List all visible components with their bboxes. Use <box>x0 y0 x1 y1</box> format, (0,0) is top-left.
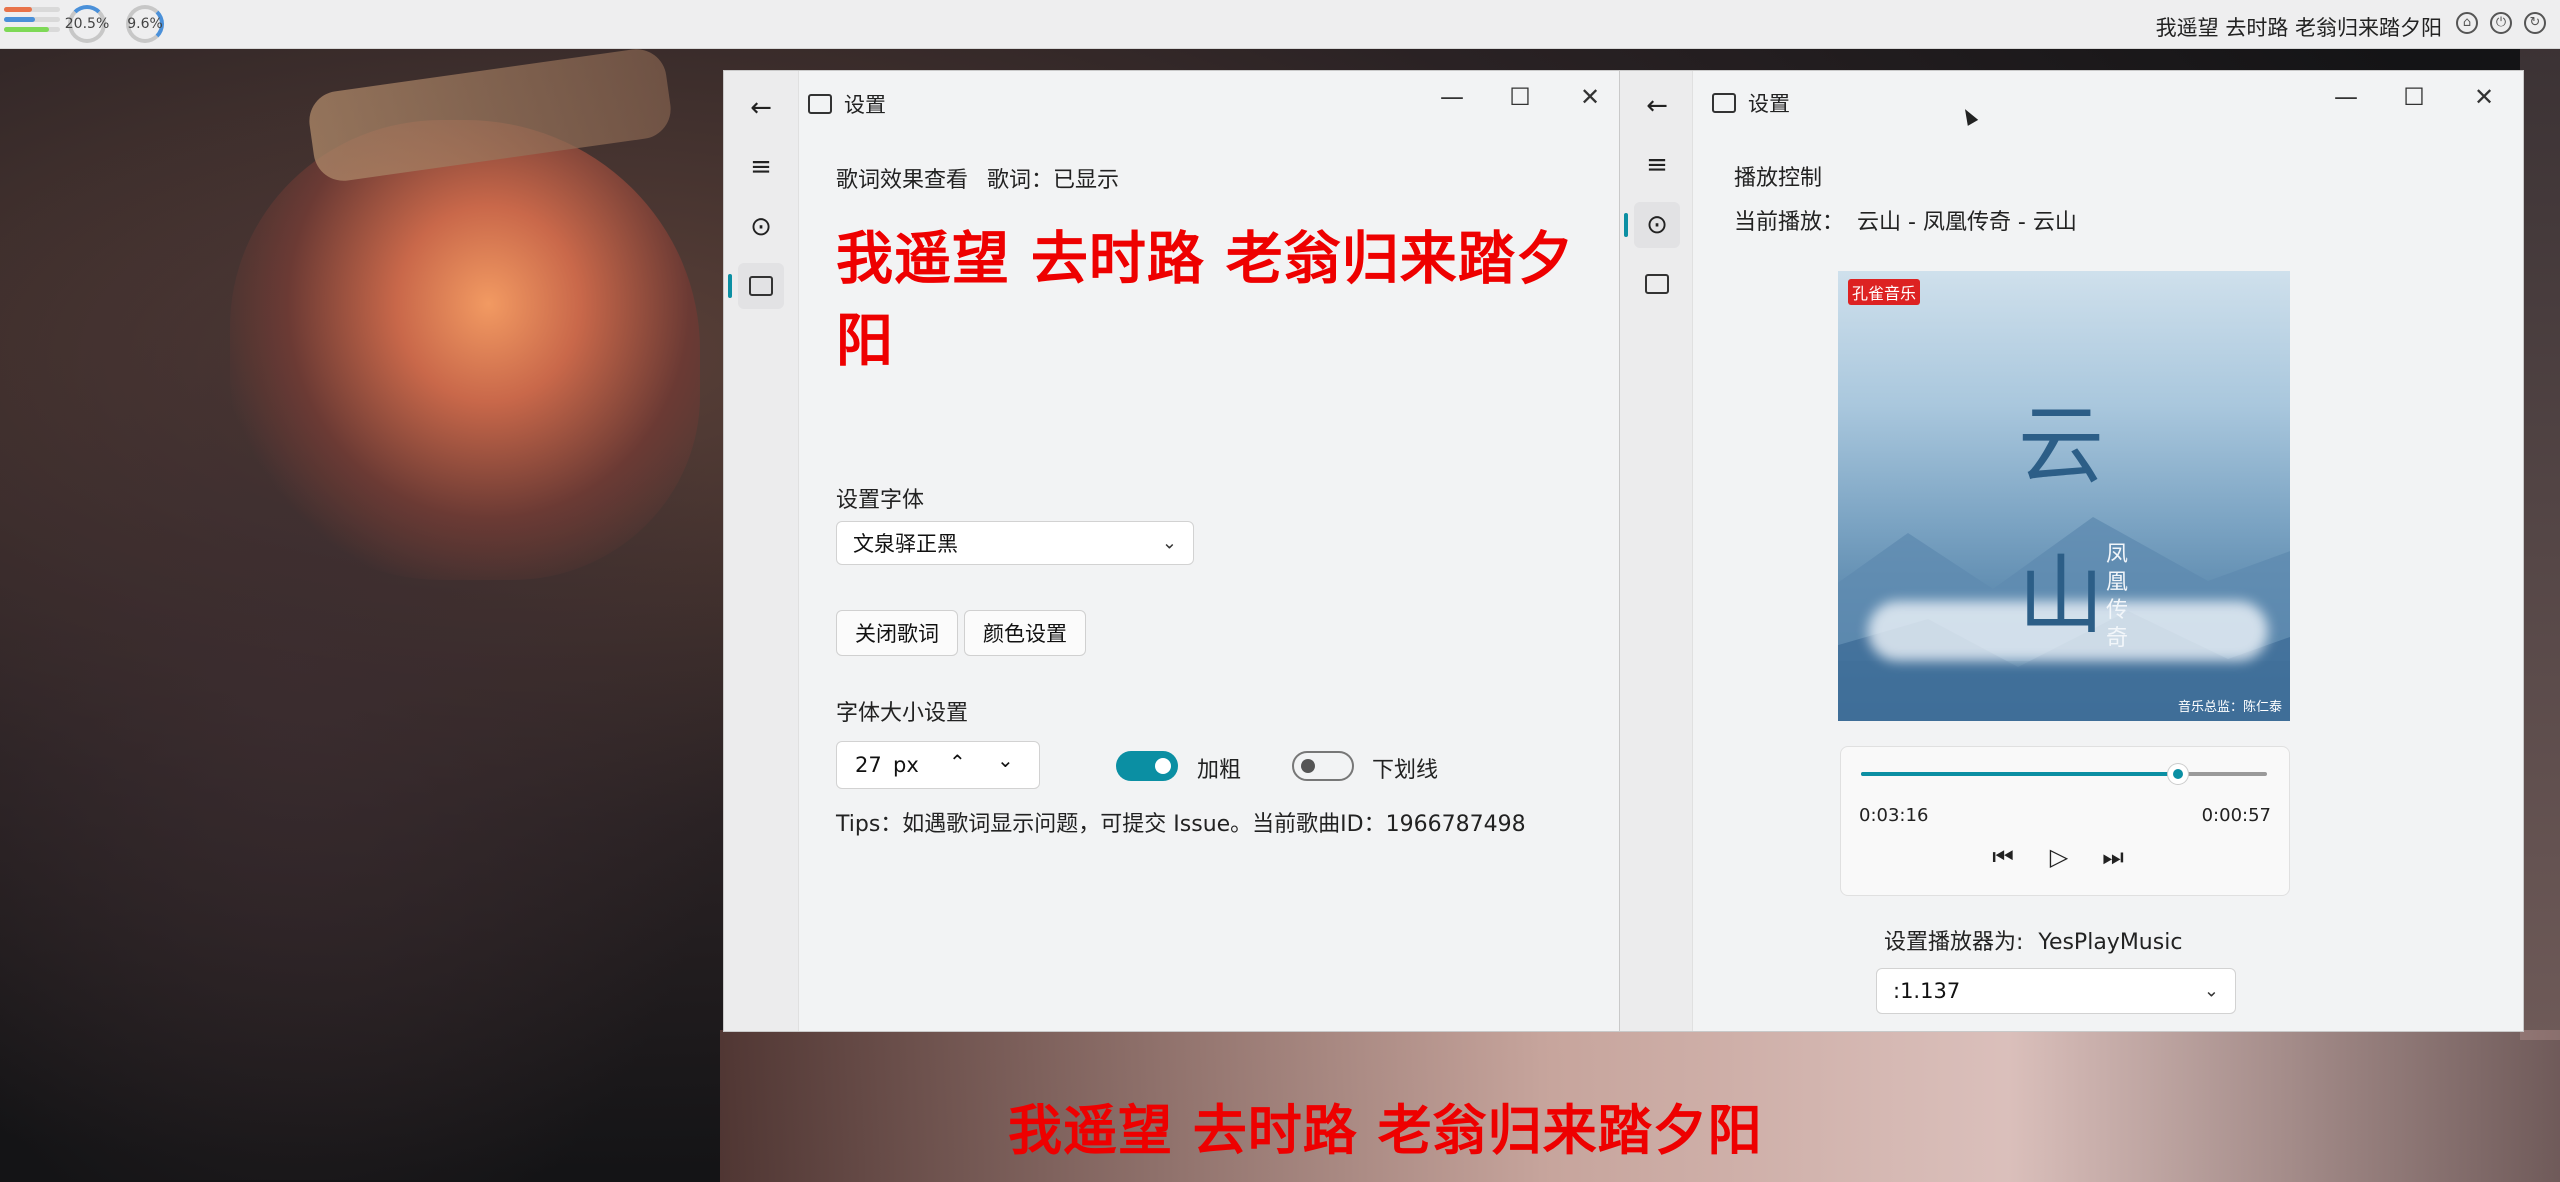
bold-label: 加粗 <box>1197 758 1242 783</box>
lock-icon[interactable]: ⌂ <box>2456 12 2478 34</box>
play-circle-icon[interactable]: ⊙ <box>1634 202 1680 248</box>
lyric-preview-label: 歌词效果查看 <box>836 168 969 193</box>
player-name: YesPlayMusic <box>2038 930 2183 955</box>
player-select-value: :1.137 <box>1893 979 1961 1003</box>
desktop-lyric: 我遥望 去时路 老翁归来踏夕阳 <box>1008 1099 1763 1162</box>
playback-section-title: 播放控制 <box>1734 166 1823 191</box>
font-size-stepper[interactable]: 27 px ⌃ ⌄ <box>836 741 1040 789</box>
time-remaining: 0:00:57 <box>2201 805 2271 826</box>
previous-track-icon[interactable]: ⏮ <box>1983 837 2023 877</box>
window-title-text: 设置 <box>1748 92 1790 116</box>
settings-window-lyrics: ← ≡ ⊙ 设置 — ☐ ✕ 歌词效果查看 歌词：已显示 我遥望 去时路 老翁归… <box>724 71 1620 1031</box>
cover-credit: 音乐总监：陈仁泰 <box>2177 700 2282 715</box>
settings-window-icon <box>808 94 832 114</box>
progress-slider[interactable] <box>1861 764 2267 784</box>
chevron-up-icon[interactable]: ⌃ <box>949 750 966 774</box>
close-lyric-button[interactable]: 关闭歌词 <box>836 610 958 656</box>
font-size-value[interactable]: 27 <box>855 753 882 777</box>
player-controls-card: 0:03:16 0:00:57 ⏮ ▷ ⏭ <box>1840 746 2290 896</box>
font-size-unit: px <box>893 753 919 777</box>
album-cover: 孔雀音乐 云山 凤凰传奇 音乐总监：陈仁泰 <box>1838 271 2290 721</box>
player-setting-line: 设置播放器为: YesPlayMusic <box>1884 924 2182 956</box>
chevron-down-icon: ⌄ <box>1161 532 1177 554</box>
settings-window-icon <box>1712 93 1736 113</box>
underline-label: 下划线 <box>1372 758 1439 783</box>
lyric-status: 歌词：已显示 <box>987 168 1120 193</box>
tips-text: Tips：如遇歌词显示问题，可提交 Issue。当前歌曲ID：196678749… <box>836 812 1526 837</box>
progress-thumb[interactable] <box>2167 764 2188 784</box>
font-select-value: 文泉驿正黑 <box>853 532 958 556</box>
menu-icon[interactable]: ≡ <box>1634 142 1680 188</box>
refresh-icon[interactable]: ↻ <box>2524 12 2546 34</box>
close-button[interactable]: ✕ <box>1560 79 1620 115</box>
bold-toggle[interactable] <box>1116 751 1178 781</box>
cpu-usage-ring: 20.5% <box>64 5 110 43</box>
nav-rail: ← ≡ ⊙ <box>1620 71 1693 1031</box>
topbar-now-playing: 我遥望 去时路 老翁归来踏夕阳 <box>2155 16 2442 40</box>
settings-window-player: ← ≡ ⊙ 设置 — ☐ ✕ 播放控制 当前播放： 云山 - 凤凰传奇 - 云山… <box>1620 71 2523 1031</box>
now-playing-line: 当前播放： 云山 - 凤凰传奇 - 云山 <box>1734 204 2077 236</box>
cpu-usage-text: 20.5% <box>64 16 110 32</box>
lyric-preview-header: 歌词效果查看 歌词：已显示 <box>836 162 1119 194</box>
font-size-label: 字体大小设置 <box>836 701 969 726</box>
cover-title: 云山 <box>2018 396 2104 646</box>
player-select[interactable]: :1.137 ⌄ <box>1876 968 2236 1014</box>
play-icon[interactable]: ▷ <box>2039 837 2079 877</box>
cover-logo: 孔雀音乐 <box>1848 279 1921 305</box>
now-playing-title: 云山 - 凤凰传奇 - 云山 <box>1857 210 2077 235</box>
resource-meters <box>4 4 60 37</box>
font-section-label: 设置字体 <box>836 488 925 513</box>
settings-window-icon[interactable] <box>1634 261 1680 307</box>
meter-disk-bar <box>4 27 60 32</box>
lyric-preview-text: 我遥望 去时路 老翁归来踏夕阳 <box>836 226 1574 374</box>
player-setting-label: 设置播放器为: <box>1884 930 2024 955</box>
maximize-button[interactable]: ☐ <box>2384 79 2444 115</box>
minimize-button[interactable]: — <box>2316 79 2376 115</box>
power-icon[interactable]: ⏻ <box>2490 12 2512 34</box>
menu-icon[interactable]: ≡ <box>738 144 784 190</box>
nav-active-indicator <box>1624 213 1628 237</box>
window-title-text: 设置 <box>844 93 886 117</box>
meter-mem-bar <box>4 17 60 22</box>
nav-active-indicator <box>728 274 732 298</box>
window-title: 设置 <box>1712 88 1790 118</box>
minimize-button[interactable]: — <box>1422 79 1482 115</box>
system-top-bar: 20.5% 9.6% 我遥望 去时路 老翁归来踏夕阳 ⌂ ⏻ ↻ <box>0 0 2560 49</box>
color-settings-button[interactable]: 颜色设置 <box>964 610 1086 656</box>
back-arrow-icon[interactable]: ← <box>1634 83 1680 129</box>
memory-usage-ring: 9.6% <box>126 5 164 43</box>
back-arrow-icon[interactable]: ← <box>738 85 784 131</box>
meter-cpu-bar <box>4 7 60 12</box>
now-playing-label: 当前播放： <box>1734 210 1845 235</box>
font-select[interactable]: 文泉驿正黑 ⌄ <box>836 521 1194 565</box>
time-elapsed: 0:03:16 <box>1859 805 1929 826</box>
chevron-down-icon[interactable]: ⌄ <box>997 748 1014 772</box>
chevron-down-icon: ⌄ <box>2203 980 2219 1002</box>
cover-artist: 凤凰传奇 <box>2105 542 2128 651</box>
window-title: 设置 <box>808 89 886 119</box>
memory-usage-text: 9.6% <box>127 16 163 32</box>
maximize-button[interactable]: ☐ <box>1490 79 1550 115</box>
settings-window-icon[interactable] <box>738 263 784 309</box>
close-button[interactable]: ✕ <box>2454 79 2514 115</box>
next-track-icon[interactable]: ⏭ <box>2093 837 2133 877</box>
underline-toggle[interactable] <box>1292 751 1354 781</box>
play-circle-icon[interactable]: ⊙ <box>738 204 784 250</box>
nav-rail: ← ≡ ⊙ <box>724 71 799 1031</box>
